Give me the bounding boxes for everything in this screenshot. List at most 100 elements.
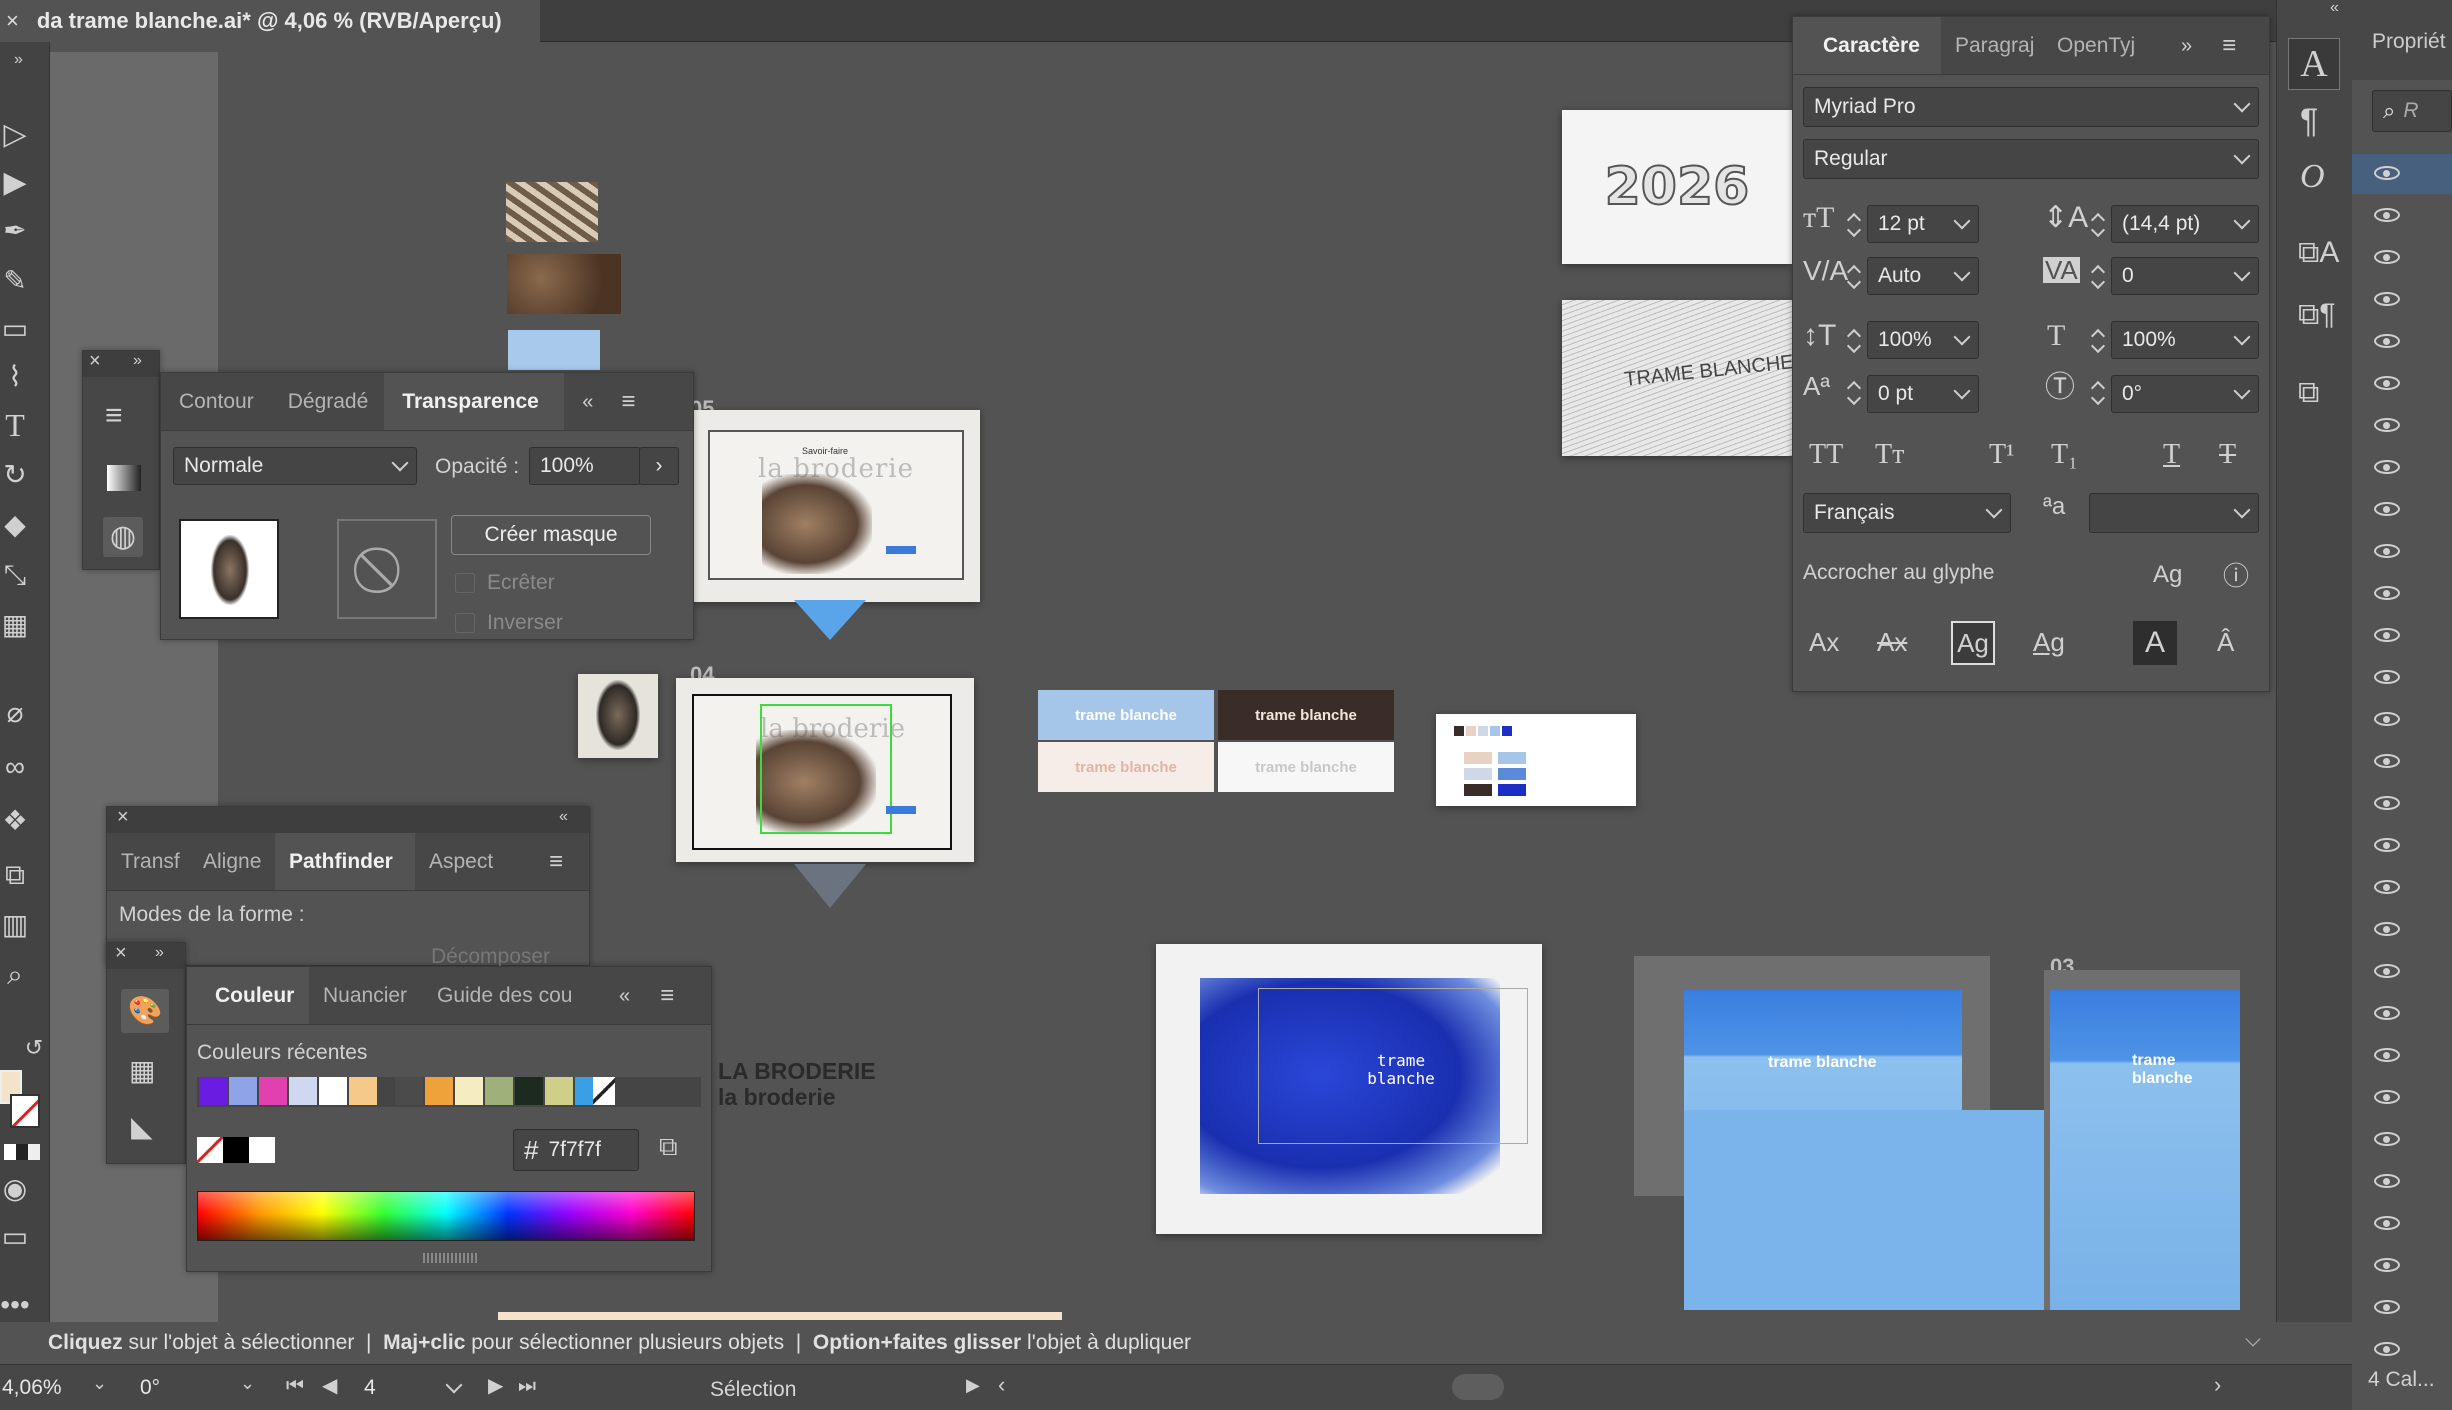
tab-align[interactable]: Aligne [197,833,275,890]
eye-icon[interactable] [2374,208,2400,222]
color-spectrum[interactable] [197,1191,695,1241]
baseline-stepper[interactable] [1845,375,1863,411]
transparency-panel-icon[interactable]: ◍ [103,517,143,557]
char-rotation-input[interactable]: 0° [2111,375,2259,413]
artboard-03[interactable]: trame blanche [2044,970,2240,1310]
tab-opentype[interactable]: OpenTyj [2043,17,2151,74]
tab-couleur[interactable]: Couleur [187,967,309,1024]
superscript-icon[interactable]: T¹ [1989,441,2015,469]
eye-icon[interactable] [2374,1006,2400,1020]
brand-swatch-blue[interactable]: trame blanche [1038,690,1214,740]
blend-tool-icon[interactable]: ∞ [2,753,28,781]
recent-color-swatch[interactable] [289,1077,317,1105]
stroke-swatch[interactable] [10,1094,40,1128]
recent-color-swatch[interactable] [349,1077,377,1105]
recent-color-swatch[interactable] [199,1077,227,1105]
sketch-trame[interactable]: TRAME BLANCHE [1562,300,1795,456]
artboard-tool-icon[interactable]: ⧉ [2,861,28,889]
rotate-tool-icon[interactable]: ↻ [2,461,28,489]
close-icon[interactable]: × [115,943,127,963]
collapse-icon[interactable]: « [2330,0,2339,16]
chart-tool-icon[interactable]: ▥ [2,911,28,939]
last-artboard-icon[interactable]: ⏭ [518,1376,536,1396]
create-mask-button[interactable]: Créer masque [451,515,651,555]
eraser-tool-icon[interactable]: ◆ [2,511,28,539]
resize-grip[interactable] [423,1253,479,1263]
tool-menu-icon[interactable]: ▶ [966,1376,980,1394]
opacity-input[interactable]: 100% [529,447,641,485]
leading-input[interactable]: (14,4 pt) [2111,205,2259,243]
tab-pathfinder[interactable]: Pathfinder [275,833,415,890]
figure-thumb[interactable] [578,674,658,758]
collapse-icon[interactable]: « [559,809,568,825]
recent-color-swatch[interactable] [395,1077,423,1105]
hscale-stepper[interactable] [2089,323,2107,359]
recent-color-swatch[interactable] [515,1077,543,1105]
opacity-slider-button[interactable]: › [639,447,679,485]
eye-icon[interactable] [2374,418,2400,432]
glyph-guides-icon[interactable]: Ag [2153,563,2182,587]
artboard-05[interactable]: Savoir-faire la broderie [692,410,980,602]
selection-tool-icon[interactable]: ▷ [2,120,28,150]
tab-transform[interactable]: Transf [107,833,197,890]
eye-icon[interactable] [2374,1048,2400,1062]
blue-poster-artboard[interactable]: trame blanche [1156,944,1542,1234]
eye-icon[interactable] [2374,292,2400,306]
tab-guide[interactable]: Guide des cou [423,967,575,1024]
eye-icon[interactable] [2374,1132,2400,1146]
white-swatch[interactable] [249,1137,275,1163]
tracking-input[interactable]: 0 [2111,257,2259,295]
antialias-select[interactable] [2089,493,2259,533]
eye-icon[interactable] [2374,586,2400,600]
texture-thumb-3[interactable] [508,330,600,370]
paragraph-icon[interactable]: ¶ [2300,104,2318,138]
brand-swatch-white[interactable]: trame blanche [1218,742,1394,792]
tab-caractere[interactable]: Caractère [1793,17,1941,74]
hex-input[interactable]: # 7f7f7f [513,1129,639,1171]
draw-mode-icon[interactable]: ◉ [2,1175,28,1203]
eye-icon[interactable] [2374,1174,2400,1188]
tab-transparence[interactable]: Transparence [384,373,565,430]
broderie-heading[interactable]: LA BRODERIE [718,1058,876,1085]
zoom-level[interactable]: 4,06% [2,1376,62,1400]
panel-menu-icon[interactable]: ≡ [660,983,674,1008]
scroll-left-icon[interactable]: ‹ [998,1374,1005,1396]
eye-icon[interactable] [2374,796,2400,810]
recent-color-swatch[interactable] [319,1077,347,1105]
horizontal-scale-input[interactable]: 100% [2111,321,2259,359]
para-styles-icon[interactable]: ⧉¶ [2298,300,2336,330]
font-style-select[interactable]: Regular [1803,139,2259,179]
char-styles-icon[interactable]: ⧉A [2298,238,2339,268]
next-artboard-icon[interactable]: ▶ [488,1376,503,1396]
eye-icon[interactable] [2374,838,2400,852]
panel-menu-icon[interactable]: ≡ [2222,33,2236,58]
document-tab[interactable]: × da trame blanche.ai* @ 4,06 % (RVB/Ape… [0,0,540,42]
eye-icon[interactable] [2374,754,2400,768]
eye-icon[interactable] [2374,460,2400,474]
snap-angular-icon[interactable]: A [2133,621,2177,665]
artboards-icon[interactable]: ⧉ [2298,378,2319,408]
recent-color-swatch[interactable] [485,1077,513,1105]
snap-baseline-icon[interactable]: Ax [1809,629,1839,655]
no-color-swatch[interactable] [593,1077,615,1105]
eye-icon[interactable] [2374,1342,2400,1356]
tab-aspect[interactable]: Aspect [415,833,505,890]
recent-color-swatch[interactable] [259,1077,287,1105]
eye-icon[interactable] [2374,922,2400,936]
collapse-icon[interactable]: » [155,945,164,961]
pen-tool-icon[interactable]: ✒ [2,217,28,245]
properties-title[interactable]: Propriét [2372,30,2446,54]
kerning-stepper[interactable] [1845,259,1863,295]
rotation-dropdown-icon[interactable]: ⌄ [240,1374,255,1392]
language-select[interactable]: Français [1803,493,2011,533]
font-family-select[interactable]: Myriad Pro [1803,87,2259,127]
snap-bounds-icon[interactable]: Ag [1951,621,1995,665]
copy-hex-icon[interactable]: ⧉ [659,1133,678,1159]
brand-swatch-cream[interactable]: trame blanche [1038,742,1214,792]
gradient-panel-icon[interactable] [107,465,141,491]
close-icon[interactable]: × [117,807,129,827]
sketch-2026[interactable]: 2026 [1562,110,1792,264]
color-guide-icon[interactable]: ◣ [131,1113,153,1141]
none-swatch[interactable] [197,1137,223,1163]
rotation-stepper[interactable] [2089,375,2107,411]
